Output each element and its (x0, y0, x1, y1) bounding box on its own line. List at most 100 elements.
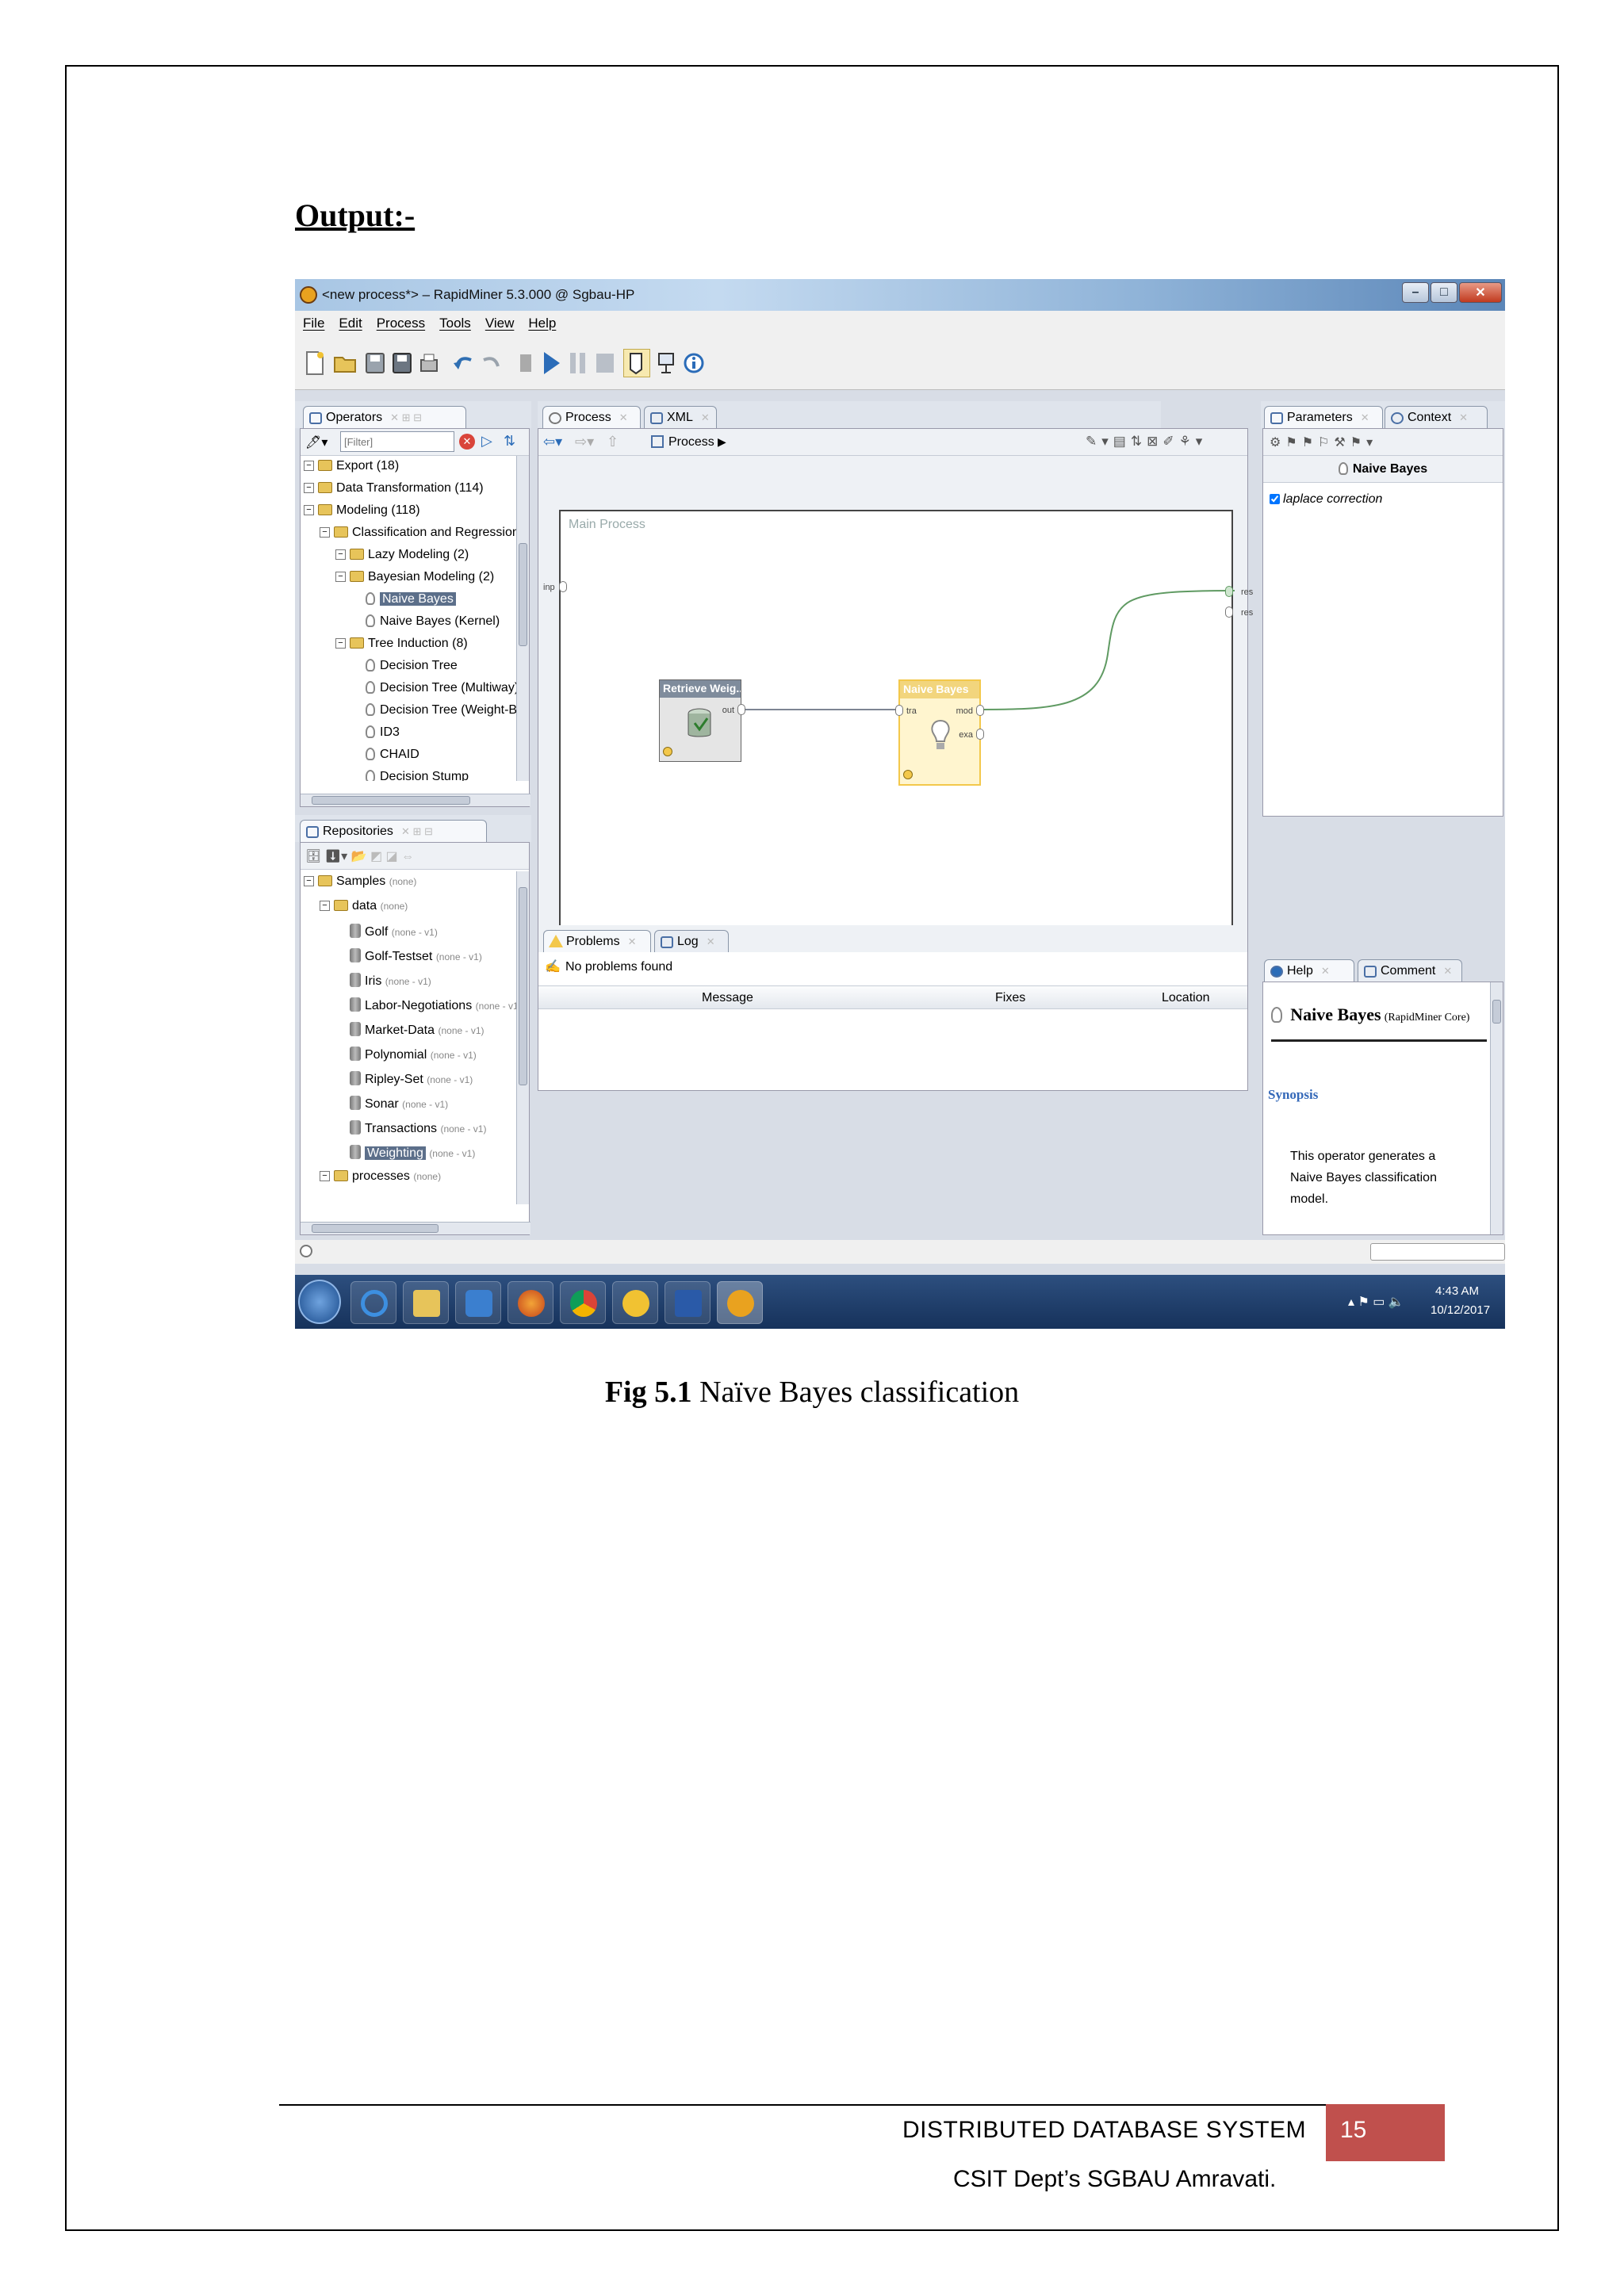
expand-toggle-icon[interactable]: − (320, 901, 330, 911)
tab-context[interactable]: Context ✕ (1385, 406, 1488, 430)
expand-toggle-icon[interactable]: − (304, 483, 314, 493)
tree-item[interactable]: − Export (18) (304, 459, 399, 473)
print-icon[interactable] (416, 349, 442, 377)
operator-filter-input[interactable] (340, 431, 454, 452)
tree-item[interactable]: Labor-Negotiations (none - v1) (350, 997, 516, 1013)
tree-item[interactable]: Decision Tree (366, 659, 458, 673)
system-tray-icons[interactable]: ▴ ⚑ ▭ 🔈 (1348, 1294, 1404, 1310)
forward-icon[interactable]: ⇨▾ (575, 434, 594, 450)
close-tab-icon[interactable]: ✕ (1443, 965, 1452, 977)
open-folder-icon[interactable] (331, 349, 358, 377)
output-port-1[interactable] (1225, 586, 1233, 597)
tree-item[interactable]: Decision Tree (Weight-Base (366, 703, 516, 718)
design-perspective-icon[interactable] (623, 349, 650, 377)
bayes-model-port[interactable] (976, 705, 984, 716)
add-repository-icon[interactable]: 🗄 (305, 850, 321, 863)
tab-log[interactable]: Log ✕ (654, 930, 729, 954)
tab-parameters[interactable]: Parameters ✕ (1264, 406, 1383, 430)
info-icon[interactable] (680, 349, 707, 377)
tree-item[interactable]: Decision Tree (Multiway) (366, 681, 516, 695)
run-process-icon[interactable] (538, 349, 565, 377)
retrieve-out-port[interactable] (737, 704, 745, 715)
close-tab-icon[interactable]: ✕ (1361, 411, 1369, 423)
close-tab-icon[interactable]: ✕ (701, 411, 710, 423)
tab-problems[interactable]: Problems ✕ (543, 930, 651, 954)
taskbar-internet-explorer[interactable] (350, 1281, 396, 1324)
tree-item[interactable]: Naive Bayes (366, 592, 456, 607)
operator-tree-hscroll[interactable] (301, 794, 530, 806)
menu-file[interactable]: File (303, 316, 324, 331)
tree-item[interactable]: CHAID (366, 748, 419, 762)
taskbar-word[interactable] (665, 1281, 710, 1324)
new-building-block-icon[interactable]: 🖊▾ (305, 434, 327, 450)
tree-item[interactable]: − processes (none) (320, 1169, 441, 1184)
expand-toggle-icon[interactable]: − (304, 461, 314, 471)
menu-view[interactable]: View (485, 316, 515, 331)
tree-item[interactable]: Ripley-Set (none - v1) (350, 1071, 473, 1087)
redo-icon[interactable] (477, 349, 504, 377)
close-tab-icon[interactable]: ✕ ⊞ ⊟ (390, 411, 422, 423)
expand-toggle-icon[interactable]: − (304, 505, 314, 515)
validate-icon[interactable] (512, 349, 539, 377)
expand-tree-icon[interactable]: ▷ (481, 433, 492, 450)
tab-help[interactable]: Help ✕ (1264, 959, 1354, 983)
tab-comment[interactable]: Comment ✕ (1358, 959, 1462, 983)
tree-item[interactable]: − Lazy Modeling (2) (335, 548, 469, 562)
close-tab-icon[interactable]: ✕ (1321, 965, 1330, 977)
save-as-icon[interactable] (389, 349, 416, 377)
laplace-correction-checkbox[interactable] (1270, 494, 1280, 504)
close-button[interactable]: ✕ (1459, 282, 1502, 303)
repository-tree-vscroll[interactable] (516, 871, 529, 1204)
tree-item[interactable]: Market-Data (none - v1) (350, 1022, 485, 1038)
column-location[interactable]: Location (1162, 991, 1210, 1005)
delete-icon[interactable]: ◪ (386, 850, 398, 863)
tree-item[interactable]: ID3 (366, 725, 400, 740)
tree-item[interactable]: Decision Stump (366, 770, 469, 781)
menu-process[interactable]: Process (377, 316, 425, 331)
tree-item[interactable]: Polynomial (none - v1) (350, 1047, 477, 1062)
tree-item[interactable]: − Data Transformation (114) (304, 481, 484, 496)
bayes-example-port[interactable] (976, 729, 984, 740)
minimize-button[interactable]: – (1402, 282, 1429, 303)
process-view-tools[interactable]: ✎▾▤⇅⊠✐⚘▾ (1086, 434, 1207, 450)
expand-toggle-icon[interactable]: − (320, 527, 330, 538)
tree-item[interactable]: Weighting (none - v1) (350, 1145, 475, 1161)
maximize-button[interactable]: □ (1431, 282, 1457, 303)
tree-item[interactable]: Transactions (none - v1) (350, 1120, 486, 1136)
process-breadcrumb[interactable]: Process (668, 435, 714, 450)
save-icon[interactable] (362, 349, 389, 377)
retrieve-operator[interactable]: Retrieve Weig... out (659, 679, 745, 762)
back-icon[interactable]: ⇦▾ (543, 434, 562, 450)
tree-item[interactable]: − Modeling (118) (304, 503, 420, 518)
tree-item[interactable]: − Tree Induction (8) (335, 637, 468, 651)
tree-item[interactable]: Iris (none - v1) (350, 973, 431, 989)
expand-toggle-icon[interactable]: − (335, 638, 346, 649)
tree-item[interactable]: − Samples (none) (304, 874, 416, 889)
column-message[interactable]: Message (702, 991, 753, 1005)
column-fixes[interactable]: Fixes (995, 991, 1025, 1005)
close-tab-icon[interactable]: ✕ ⊞ ⊟ (401, 825, 433, 837)
tab-xml[interactable]: XML ✕ (644, 406, 717, 430)
clear-filter-icon[interactable]: ✕ (459, 434, 475, 450)
tree-item[interactable]: − Classification and Regression (53) (320, 526, 516, 540)
taskbar-chrome[interactable] (560, 1281, 606, 1324)
menu-help[interactable]: Help (528, 316, 556, 331)
undo-icon[interactable] (450, 349, 477, 377)
taskbar-media-player[interactable] (455, 1281, 501, 1324)
naive-bayes-operator[interactable]: Naive Bayes tra mod exa (895, 679, 984, 786)
import-icon[interactable]: ⬇▾ (325, 850, 347, 863)
close-tab-icon[interactable]: ✕ (628, 936, 637, 947)
result-perspective-icon[interactable] (653, 349, 680, 377)
expand-toggle-icon[interactable]: − (335, 549, 346, 560)
menu-edit[interactable]: Edit (339, 316, 362, 331)
taskbar-firefox[interactable] (508, 1281, 553, 1324)
tab-operators[interactable]: Operators ✕ ⊞ ⊟ (303, 406, 466, 430)
help-vscroll[interactable] (1490, 982, 1503, 1234)
repository-tree-hscroll[interactable] (301, 1222, 530, 1234)
tree-item[interactable]: − Bayesian Modeling (2) (335, 570, 494, 584)
output-port-2[interactable] (1225, 607, 1233, 618)
tab-process[interactable]: Process ✕ (542, 406, 641, 430)
refresh-icon[interactable]: ⇔ (401, 850, 414, 863)
operator-tree-vscroll[interactable] (516, 456, 529, 781)
parameters-toolbar[interactable]: ⚙⚑⚑⚐⚒⚑▾ (1263, 429, 1503, 456)
